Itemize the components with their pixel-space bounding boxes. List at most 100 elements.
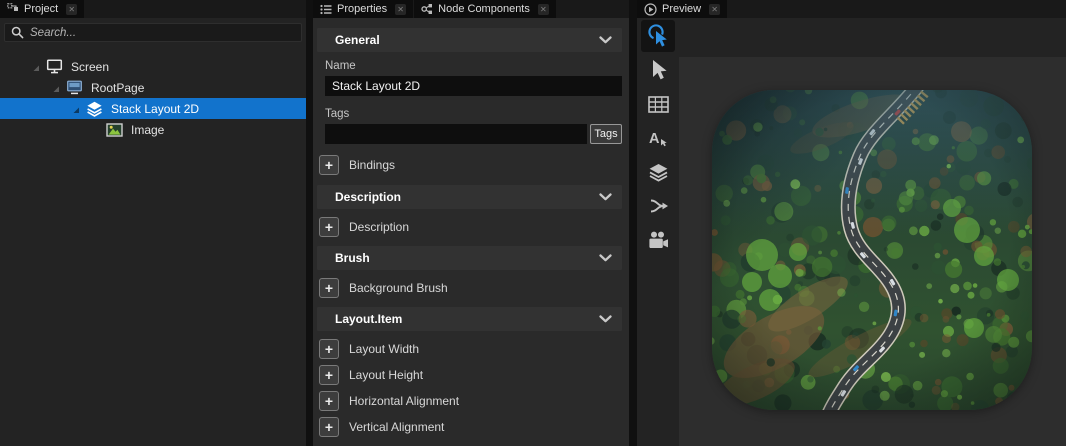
tree-item-image[interactable]: Image (0, 119, 306, 140)
search-input[interactable]: Search... (4, 23, 302, 42)
connections-tool-button[interactable] (641, 190, 675, 222)
layout-width-label: Layout Width (349, 342, 419, 356)
layers-icon (85, 101, 103, 116)
preview-canvas[interactable] (679, 57, 1066, 446)
preview-toolbar: A (637, 18, 679, 446)
preview-panel: Preview ✕ (637, 0, 1066, 446)
bindings-label: Bindings (349, 158, 395, 172)
page-icon (65, 80, 83, 95)
add-horizontal-alignment-button[interactable]: + (319, 391, 339, 411)
section-title: General (335, 33, 380, 47)
preview-image (712, 90, 1032, 410)
preview-body: A (637, 18, 1066, 446)
studio-window: Project ✕ Search... (0, 0, 1066, 446)
tree-item-stack-layout-2d[interactable]: Stack Layout 2D (0, 98, 306, 119)
selection-tool-button[interactable] (641, 54, 675, 86)
section-header-general[interactable]: General (317, 28, 622, 52)
chevron-down-icon (599, 254, 612, 262)
interaction-tool-button[interactable] (641, 20, 675, 52)
project-icon (7, 3, 19, 15)
layout-height-label: Layout Height (349, 368, 423, 382)
section-title: Layout.Item (335, 312, 402, 326)
video-camera-icon (647, 231, 669, 250)
close-icon[interactable]: ✕ (709, 4, 720, 15)
svg-text:A: A (649, 131, 660, 147)
description-label: Description (349, 220, 409, 234)
properties-body: General Name Tags Tags + Bindings Descri… (313, 18, 629, 438)
chevron-down-icon (599, 36, 612, 44)
arrow-cursor-icon (648, 59, 668, 81)
grid-tool-button[interactable] (641, 88, 675, 120)
add-background-brush-row: + Background Brush (319, 277, 622, 299)
camera-tool-button[interactable] (641, 224, 675, 256)
text-tool-icon: A (648, 129, 668, 147)
section-header-layout-item[interactable]: Layout.Item (317, 307, 622, 331)
tab-project[interactable]: Project ✕ (0, 0, 84, 18)
search-icon (11, 26, 24, 39)
section-title: Description (335, 190, 401, 204)
tree-item-label: Image (131, 123, 164, 137)
interaction-cursor-icon (646, 23, 670, 49)
text-tool-button[interactable]: A (641, 122, 675, 154)
name-field[interactable] (325, 76, 622, 96)
properties-list-icon (320, 4, 332, 15)
chevron-down-icon (599, 315, 612, 323)
layers-icon (648, 163, 669, 182)
tab-project-label: Project (24, 3, 58, 15)
project-tabbar: Project ✕ (0, 0, 306, 18)
preview-tabbar: Preview ✕ (637, 0, 1066, 18)
add-layout-height-row: + Layout Height (319, 364, 622, 386)
tree-item-screen[interactable]: Screen (0, 56, 306, 77)
close-icon[interactable]: ✕ (66, 4, 77, 15)
section-title: Brush (335, 251, 370, 265)
tree-item-label: Stack Layout 2D (111, 102, 199, 116)
background-brush-label: Background Brush (349, 281, 448, 295)
properties-panel: Properties ✕ Node Components ✕ General (313, 0, 629, 446)
add-vertical-alignment-button[interactable]: + (319, 417, 339, 437)
tab-node-components[interactable]: Node Components ✕ (414, 0, 556, 18)
add-horizontal-alignment-row: + Horizontal Alignment (319, 390, 622, 412)
close-icon[interactable]: ✕ (538, 4, 549, 15)
section-header-description[interactable]: Description (317, 185, 622, 209)
project-tree: Screen RootPage (0, 48, 306, 140)
add-binding-button[interactable]: + (319, 155, 339, 175)
expand-caret-icon[interactable] (31, 62, 41, 72)
play-circle-icon (644, 3, 657, 16)
tree-item-label: Screen (71, 60, 109, 74)
tags-label: Tags (325, 108, 622, 120)
tags-field[interactable] (325, 124, 587, 144)
tab-preview[interactable]: Preview ✕ (637, 0, 727, 18)
tab-preview-label: Preview (662, 3, 701, 15)
horizontal-alignment-label: Horizontal Alignment (349, 394, 459, 408)
add-description-row: + Description (319, 216, 622, 238)
add-layout-width-button[interactable]: + (319, 339, 339, 359)
tab-properties[interactable]: Properties ✕ (313, 0, 413, 18)
add-layout-height-button[interactable]: + (319, 365, 339, 385)
node-components-icon (421, 3, 433, 15)
layers-tool-button[interactable] (641, 156, 675, 188)
vertical-alignment-label: Vertical Alignment (349, 420, 444, 434)
grid-icon (648, 96, 669, 113)
chevron-down-icon (599, 193, 612, 201)
add-background-brush-button[interactable]: + (319, 278, 339, 298)
expand-caret-icon[interactable] (51, 83, 61, 93)
add-binding-row: + Bindings (319, 154, 622, 176)
add-vertical-alignment-row: + Vertical Alignment (319, 416, 622, 438)
properties-tabbar: Properties ✕ Node Components ✕ (313, 0, 629, 18)
close-icon[interactable]: ✕ (395, 4, 406, 15)
tags-button[interactable]: Tags (590, 124, 622, 144)
tab-node-components-label: Node Components (438, 3, 530, 15)
add-layout-width-row: + Layout Width (319, 338, 622, 360)
screen-icon (45, 59, 63, 74)
expand-caret-icon[interactable] (71, 104, 81, 114)
tab-properties-label: Properties (337, 3, 387, 15)
project-panel: Project ✕ Search... (0, 0, 306, 446)
image-icon (105, 122, 123, 137)
search-placeholder: Search... (30, 27, 76, 39)
section-header-brush[interactable]: Brush (317, 246, 622, 270)
connections-icon (648, 196, 669, 216)
tree-item-rootpage[interactable]: RootPage (0, 77, 306, 98)
name-label: Name (325, 60, 622, 72)
add-description-button[interactable]: + (319, 217, 339, 237)
tree-item-label: RootPage (91, 81, 144, 95)
